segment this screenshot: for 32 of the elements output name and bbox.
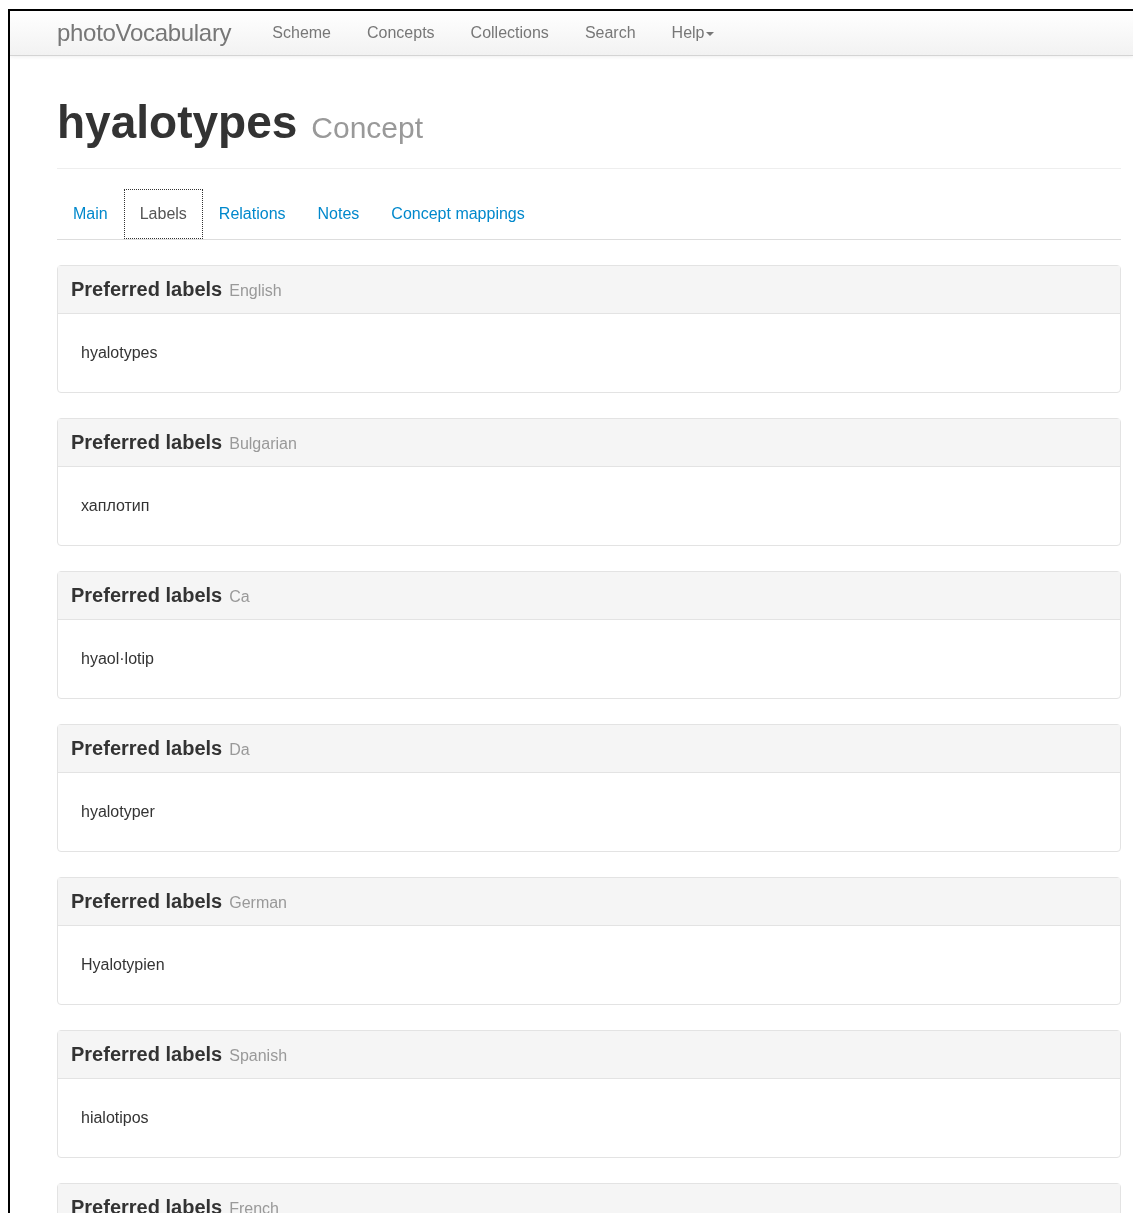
panel-title: Preferred labels: [71, 1043, 223, 1066]
nav-link[interactable]: Collections: [452, 24, 567, 42]
page-title: hyalotypes: [57, 95, 298, 150]
page-subtitle: Concept: [311, 111, 424, 145]
caret-icon: [706, 31, 715, 36]
label-value: hialotipos: [81, 1109, 149, 1127]
panel-title: Preferred labels: [71, 584, 223, 607]
label-value: hyaol·lotip: [81, 650, 154, 668]
brand-link[interactable]: photoVocabulary: [57, 19, 232, 47]
language-label: Bulgarian: [229, 435, 297, 453]
panel-title: Preferred labels: [71, 737, 223, 760]
nav-link[interactable]: Help: [653, 24, 733, 42]
language-label: German: [229, 894, 287, 912]
panel-title: Preferred labels: [71, 278, 223, 301]
label-value: hyalotyper: [81, 803, 155, 821]
language-label: Spanish: [229, 1047, 288, 1065]
nav-link[interactable]: Concepts: [349, 24, 453, 42]
tab[interactable]: Notes: [301, 189, 376, 239]
panel-title: Preferred labels: [71, 431, 223, 454]
label-value: Hyalotypien: [81, 956, 165, 974]
label-value: hyalotypes: [81, 344, 158, 362]
tab[interactable]: Relations: [202, 189, 302, 239]
nav-link[interactable]: Search: [566, 24, 654, 42]
tab[interactable]: Main: [57, 189, 124, 239]
language-label: English: [229, 282, 282, 300]
tab[interactable]: Concept mappings: [375, 189, 541, 239]
panel-title: Preferred labels: [71, 890, 223, 913]
language-label: Da: [229, 741, 250, 759]
language-label: Ca: [229, 588, 250, 606]
tab[interactable]: Labels: [123, 189, 203, 239]
label-value: хаплотип: [81, 497, 150, 515]
nav-link[interactable]: Scheme: [254, 24, 349, 42]
